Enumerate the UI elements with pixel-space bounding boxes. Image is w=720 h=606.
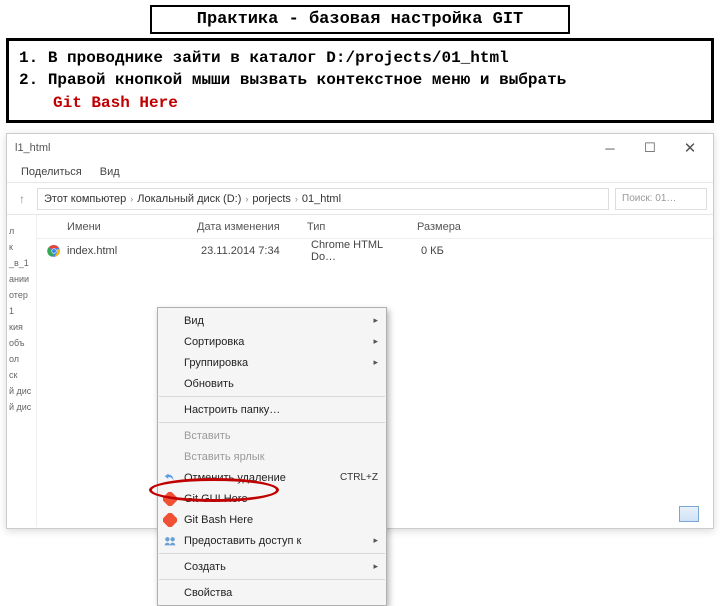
cm-paste: Вставить [158, 425, 386, 446]
window-title: l1_html [13, 142, 593, 154]
chevron-right-icon: ▸ [373, 357, 378, 368]
chevron-right-icon: ▸ [373, 561, 378, 572]
undo-icon [163, 471, 177, 485]
chevron-right-icon: ▸ [373, 315, 378, 326]
cm-sort[interactable]: Сортировка▸ [158, 331, 386, 352]
sidebar-item[interactable]: к [7, 239, 36, 255]
col-name[interactable]: Имени [37, 221, 187, 233]
address-bar: ↑ Этот компьютер › Локальный диск (D:) ›… [7, 183, 713, 215]
file-area[interactable]: Имени Дата изменения Тип Размера index.h… [37, 215, 713, 527]
content-area: л к _в_1 ании отер 1 кия объ ол ск й дис… [7, 215, 713, 527]
breadcrumb-root[interactable]: Этот компьютер [44, 193, 126, 205]
sidebar-item[interactable]: ск [7, 367, 36, 383]
separator [159, 553, 385, 554]
sidebar-item[interactable]: отер [7, 287, 36, 303]
separator [159, 422, 385, 423]
cm-git-gui[interactable]: Git GUI Here [158, 488, 386, 509]
sidebar-item[interactable]: 1 [7, 303, 36, 319]
sidebar: л к _в_1 ании отер 1 кия объ ол ск й дис… [7, 215, 37, 527]
sidebar-item[interactable]: кия [7, 319, 36, 335]
cm-paste-shortcut: Вставить ярлык [158, 446, 386, 467]
col-type[interactable]: Тип [297, 221, 407, 233]
search-placeholder: Поиск: 01… [622, 193, 676, 204]
separator [159, 579, 385, 580]
file-type: Chrome HTML Do… [301, 239, 411, 263]
cm-share-access[interactable]: Предоставить доступ к▸ [158, 530, 386, 551]
sidebar-item[interactable]: ании [7, 271, 36, 287]
breadcrumb-drive[interactable]: Локальный диск (D:) [137, 193, 241, 205]
breadcrumb-folder1[interactable]: porjects [252, 193, 291, 205]
chrome-icon [47, 244, 61, 258]
sidebar-item[interactable]: л [7, 223, 36, 239]
cm-customize[interactable]: Настроить папку… [158, 399, 386, 420]
shortcut-label: CTRL+Z [340, 472, 378, 483]
menu-view[interactable]: Вид [100, 166, 120, 178]
instructions-box: В проводнике зайти в каталог D:/projects… [6, 38, 714, 123]
chevron-right-icon: › [295, 194, 298, 204]
details-pane-icon[interactable] [679, 506, 699, 522]
maximize-button[interactable]: ☐ [633, 137, 667, 159]
cm-create[interactable]: Создать▸ [158, 556, 386, 577]
column-headers: Имени Дата изменения Тип Размера [37, 215, 713, 239]
breadcrumb[interactable]: Этот компьютер › Локальный диск (D:) › p… [37, 188, 609, 210]
chevron-right-icon: ▸ [373, 336, 378, 347]
git-icon [163, 492, 177, 506]
nav-up-icon[interactable]: ↑ [13, 190, 31, 208]
share-icon [163, 534, 177, 548]
page-title: Практика - базовая настройка GIT [197, 10, 523, 29]
cm-git-bash[interactable]: Git Bash Here [158, 509, 386, 530]
instructions-list: В проводнике зайти в каталог D:/projects… [19, 47, 701, 92]
file-date: 23.11.2014 7:34 [191, 245, 301, 257]
titlebar: l1_html ─ ☐ ✕ [7, 134, 713, 162]
cm-properties[interactable]: Свойства [158, 582, 386, 603]
close-button[interactable]: ✕ [673, 137, 707, 159]
sidebar-item[interactable]: _в_1 [7, 255, 36, 271]
minimize-button[interactable]: ─ [593, 137, 627, 159]
page-title-box: Практика - базовая настройка GIT [150, 5, 570, 34]
file-size: 0 КБ [411, 245, 481, 257]
git-icon [163, 513, 177, 527]
sidebar-item[interactable]: ол [7, 351, 36, 367]
file-row[interactable]: index.html 23.11.2014 7:34 Chrome HTML D… [37, 239, 713, 263]
context-menu: Вид▸ Сортировка▸ Группировка▸ Обновить Н… [157, 307, 387, 606]
chevron-right-icon: › [130, 194, 133, 204]
sidebar-item[interactable]: объ [7, 335, 36, 351]
sidebar-item[interactable]: й дис [7, 383, 36, 399]
cm-view[interactable]: Вид▸ [158, 310, 386, 331]
file-name: index.html [67, 245, 191, 257]
col-date[interactable]: Дата изменения [187, 221, 297, 233]
sidebar-item[interactable]: й дис [7, 399, 36, 415]
separator [159, 396, 385, 397]
menubar: Поделиться Вид [7, 162, 713, 183]
search-input[interactable]: Поиск: 01… [615, 188, 707, 210]
window-controls: ─ ☐ ✕ [593, 137, 707, 159]
instruction-2: Правой кнопкой мыши вызвать контекстное … [19, 69, 701, 91]
chevron-right-icon: ▸ [373, 535, 378, 546]
instruction-highlight: Git Bash Here [19, 92, 701, 114]
chevron-right-icon: › [245, 194, 248, 204]
cm-group[interactable]: Группировка▸ [158, 352, 386, 373]
col-size[interactable]: Размера [407, 221, 477, 233]
breadcrumb-folder2[interactable]: 01_html [302, 193, 341, 205]
cm-undo[interactable]: Отменить удалениеCTRL+Z [158, 467, 386, 488]
cm-refresh[interactable]: Обновить [158, 373, 386, 394]
menu-share[interactable]: Поделиться [21, 166, 82, 178]
explorer-window: l1_html ─ ☐ ✕ Поделиться Вид ↑ Этот комп… [6, 133, 714, 529]
instruction-1: В проводнике зайти в каталог D:/projects… [19, 47, 701, 69]
